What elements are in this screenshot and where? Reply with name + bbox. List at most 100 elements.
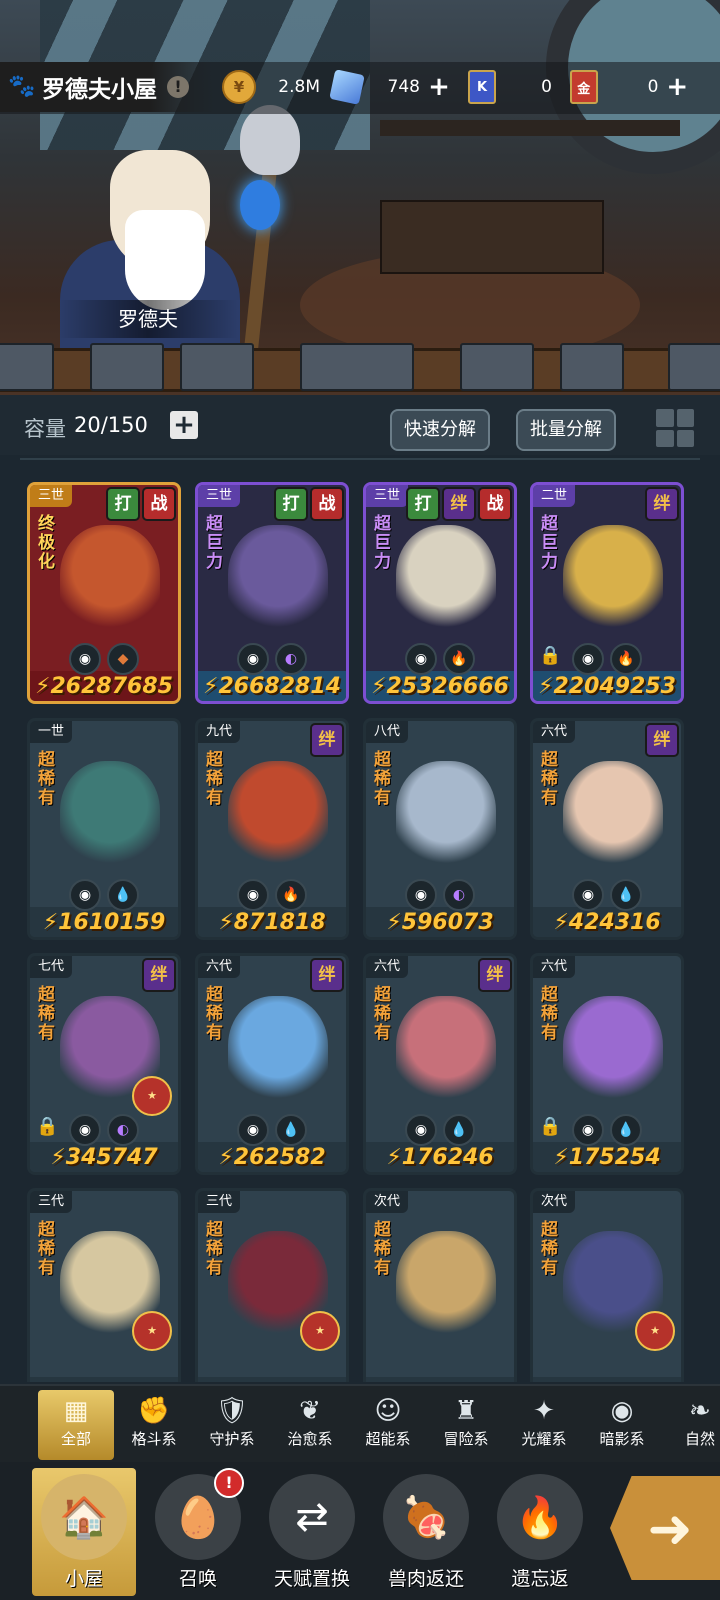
power-value: ⚡26287685	[35, 674, 173, 699]
creature-card[interactable]: 二世 绊超巨力 ◉ 🔥 🔒 ⚡22049253	[530, 482, 684, 704]
filter-label: 格斗系	[131, 1430, 177, 1448]
card-footer	[533, 1377, 681, 1382]
filter-all[interactable]: ▦ 全部	[38, 1390, 114, 1460]
add-crystals-button[interactable]: +	[426, 74, 452, 100]
generation-label: 三世	[198, 485, 241, 507]
filter-alien[interactable]: ☺ 超能系	[350, 1390, 426, 1460]
info-icon[interactable]: !	[167, 76, 189, 98]
gold-ticket-icon: 金	[570, 70, 598, 104]
batch-decompose-button[interactable]: 批量分解	[516, 409, 616, 451]
creature-portrait	[563, 761, 663, 871]
creature-card[interactable]: 八代 超稀有 ◉ ◐ ⚡596073	[363, 718, 517, 940]
water-element-icon: 💧	[610, 1114, 642, 1146]
generation-label: 七代	[30, 956, 73, 978]
element-icons: ◉ ◆	[30, 643, 178, 675]
crystals-value: 748	[387, 77, 420, 97]
creature-grid: 三世打战终极化 ◉ ◆ ⚡26287685 三世打战超巨力 ◉ ◐ ⚡26682814 三世打绊…	[0, 470, 720, 1382]
water-element-icon: 💧	[443, 1114, 475, 1146]
nav-swap[interactable]: ⇄ 天赋置换	[260, 1468, 364, 1596]
filter-dark-eye[interactable]: ◉ 暗影系	[584, 1390, 660, 1460]
expand-capacity-button[interactable]: +	[170, 411, 198, 439]
filter-label: 超能系	[365, 1430, 411, 1448]
power-value: ⚡345747	[50, 1145, 158, 1170]
creature-card[interactable]: 次代 超稀有 ★	[530, 1188, 684, 1382]
nav-flame[interactable]: 🔥 遗忘返	[488, 1468, 592, 1596]
quick-decompose-button[interactable]: 快速分解	[390, 409, 490, 451]
lock-icon[interactable]: 🔒	[539, 1116, 561, 1140]
alert-badge: !	[214, 1468, 244, 1498]
filter-leaf[interactable]: ❧ 自然	[662, 1390, 720, 1460]
creature-card[interactable]: 七代 绊超稀有 ★ ◉ ◐ 🔒 ⚡345747	[27, 953, 181, 1175]
arrow-forward-icon[interactable]: ➜	[610, 1476, 720, 1580]
trait-tag: 战	[478, 487, 512, 521]
creature-card[interactable]: 六代 绊超稀有 ◉ 💧 ⚡176246	[363, 953, 517, 1175]
trait-tag: 战	[142, 487, 176, 521]
creature-card[interactable]: 一世 超稀有 ◉ 💧 ⚡1610159	[27, 718, 181, 940]
rarity-label: 超巨力	[541, 514, 558, 572]
nav-house[interactable]: 🏠 小屋	[32, 1468, 136, 1596]
fire-element-icon: 🔥	[610, 643, 642, 675]
creature-card[interactable]: 九代 绊超稀有 ◉ 🔥 ⚡871818	[195, 718, 349, 940]
creature-portrait	[228, 525, 328, 635]
eye-element-icon: ◉	[405, 879, 437, 911]
capacity-value: 20/150	[74, 413, 148, 437]
add-ticket-button[interactable]: +	[664, 74, 690, 100]
rarity-label: 超稀有	[541, 985, 558, 1043]
moon-element-icon: ◐	[275, 643, 307, 675]
paw-icon: 🐾	[8, 74, 36, 99]
nav-egg[interactable]: 🥚 召唤!	[146, 1468, 250, 1596]
filter-lantern[interactable]: ♜ 冒险系	[428, 1390, 504, 1460]
lock-icon[interactable]: 🔒	[539, 645, 561, 669]
creature-card[interactable]: 六代 绊超稀有 ◉ 💧 ⚡262582	[195, 953, 349, 1175]
bottom-nav: ➜ 🏠 小屋 🥚 召唤! ⇄ 天赋置换 🍖 兽肉返还 🔥 遗忘返	[0, 1462, 720, 1600]
generation-label: 三世	[366, 485, 409, 507]
lock-icon[interactable]: 🔒	[36, 1116, 58, 1140]
power-value: ⚡25326666	[371, 674, 509, 699]
power-value: ⚡262582	[218, 1145, 326, 1170]
filter-fist[interactable]: ✊ 格斗系	[116, 1390, 192, 1460]
filter-sprout[interactable]: ❦ 治愈系	[272, 1390, 348, 1460]
trait-tags: 打绊战	[406, 487, 512, 521]
creature-portrait	[396, 761, 496, 871]
bookshelf	[380, 120, 680, 136]
blue-ticket-icon: K	[468, 70, 496, 104]
crystal-icon	[329, 69, 365, 105]
home-title-bar[interactable]: 🐾 罗德夫小屋 !	[0, 62, 215, 112]
generation-label: 八代	[366, 721, 409, 743]
trait-tag: 绊	[442, 487, 476, 521]
card-footer	[366, 1377, 514, 1382]
creature-card[interactable]: 六代 超稀有 ◉ 💧 🔒 ⚡175254	[530, 953, 684, 1175]
leaf-icon: ❧	[689, 1396, 711, 1426]
capacity-bar: 容量 20/150 + 快速分解 批量分解	[0, 395, 720, 455]
grid-view-icon[interactable]	[656, 409, 694, 447]
nav-meat[interactable]: 🍖 兽肉返还	[374, 1468, 478, 1596]
creature-card[interactable]: 三代 超稀有 ★	[27, 1188, 181, 1382]
trait-tag: 绊	[478, 958, 512, 992]
generation-label: 三代	[30, 1191, 73, 1213]
filter-star-compass[interactable]: ✦ 光耀系	[506, 1390, 582, 1460]
filter-label: 光耀系	[521, 1430, 567, 1448]
rarity-label: 超稀有	[374, 1220, 391, 1278]
filter-shield[interactable]: 🛡 守护系	[194, 1390, 270, 1460]
power-value: ⚡1610159	[42, 910, 166, 935]
coins-value: 2.8M	[278, 77, 320, 97]
coins-counter: ¥ 2.8M	[222, 70, 322, 104]
power-value: ⚡424316	[553, 910, 661, 935]
creature-card[interactable]: 六代 绊超稀有 ◉ 💧 ⚡424316	[530, 718, 684, 940]
creature-card[interactable]: 三世打绊战超巨力 ◉ 🔥 ⚡25326666	[363, 482, 517, 704]
element-icons: ◉ 🔥	[366, 643, 514, 675]
trait-tags: 绊	[310, 723, 344, 757]
generation-label: 六代	[198, 956, 241, 978]
creature-card[interactable]: 次代 超稀有	[363, 1188, 517, 1382]
creature-card[interactable]: 三代 超稀有 ★	[195, 1188, 349, 1382]
divider	[20, 458, 700, 460]
fire-element-icon: 🔥	[275, 879, 307, 911]
element-icons: ◉ 🔥	[198, 879, 346, 911]
filter-label: 冒险系	[443, 1430, 489, 1448]
top-bar: 🐾 罗德夫小屋 ! ¥ 2.8M 748 + K 0 金 0 +	[0, 62, 720, 114]
creature-card[interactable]: 三世 打战终极化 ◉ ◆ ⚡26287685	[27, 482, 181, 704]
power-value: ⚡175254	[553, 1145, 661, 1170]
home-title: 罗德夫小屋	[42, 77, 157, 103]
trait-tags: 打战	[274, 487, 344, 521]
creature-card[interactable]: 三世 打战超巨力 ◉ ◐ ⚡26682814	[195, 482, 349, 704]
